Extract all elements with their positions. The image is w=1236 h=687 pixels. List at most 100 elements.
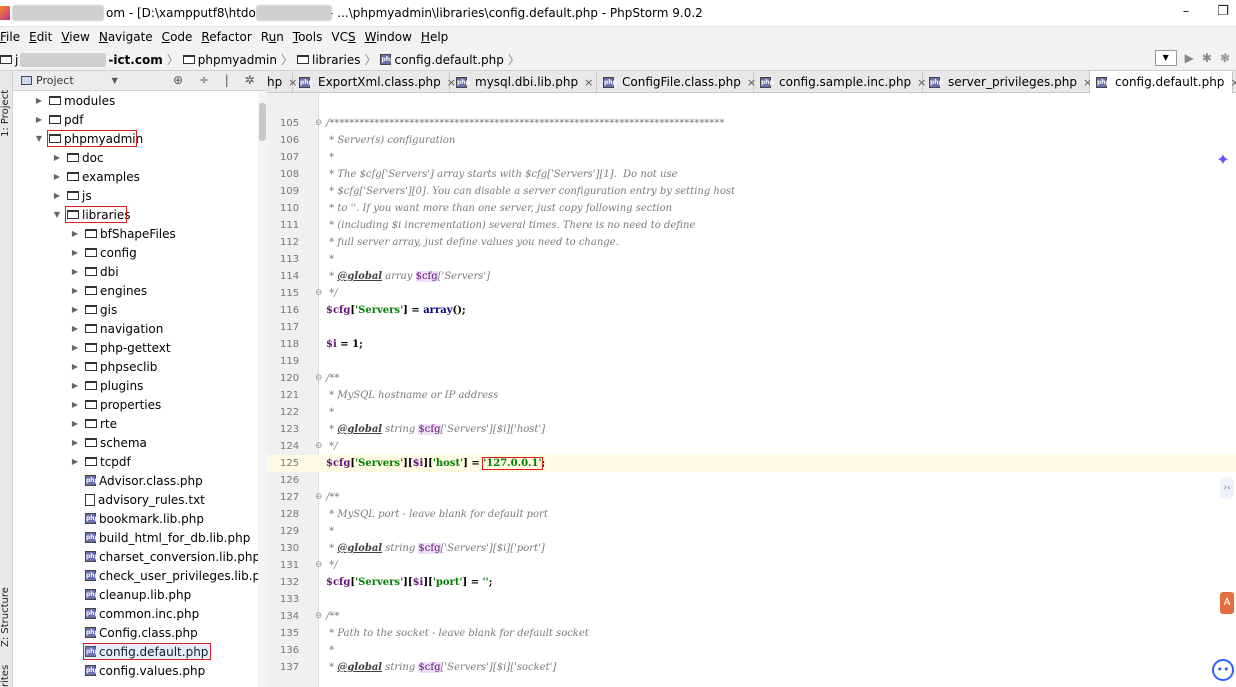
code-line[interactable]: 109 * $cfg['Servers'][0]. You can disabl… [267,183,1236,200]
collapse-arrow-icon[interactable]: ▶ [69,400,81,409]
favorites-tool-tab[interactable]: rites [0,657,13,687]
menu-item[interactable]: Edit [29,30,56,44]
tree-file[interactable]: php cleanup.lib.php [69,585,191,604]
menu-item[interactable]: Tools [293,30,327,44]
code-line[interactable]: 133 [267,591,1236,608]
scrollbar-thumb[interactable] [259,103,266,141]
menu-item[interactable]: Code [162,30,197,44]
breadcrumb-item-libraries[interactable]: libraries [312,53,360,67]
fold-marker-icon[interactable]: ⊖ [315,285,323,302]
code-line[interactable]: 106 * Server(s) configuration [267,132,1236,149]
code-line[interactable]: 122 * [267,404,1236,421]
restore-button[interactable]: ❐ [1212,3,1234,21]
code-line[interactable]: 115 ⊖ */ [267,285,1236,302]
collapse-arrow-icon[interactable]: ▶ [69,229,81,238]
tree-file[interactable]: php common.inc.php [69,604,199,623]
collapse-arrow-icon[interactable]: ▶ [69,381,81,390]
expand-arrow-icon[interactable]: ▼ [33,134,45,143]
tree-file[interactable]: php charset_conversion.lib.php [69,547,258,566]
fold-marker-icon[interactable]: ⊖ [315,370,323,387]
code-line[interactable]: 117 [267,319,1236,336]
tree-file[interactable]: php bookmark.lib.php [69,509,204,528]
editor-tab[interactable]: php mysql.dbi.lib.php × [450,71,597,93]
collapse-arrow-icon[interactable]: ▶ [33,115,45,124]
code-line[interactable]: 134 ⊖/** [267,608,1236,625]
menu-item[interactable]: File [0,30,24,44]
code-line[interactable]: 118 $i = 1; [267,336,1236,353]
project-panel-title[interactable]: Project [36,74,74,87]
code-line[interactable]: 127 ⊖/** [267,489,1236,506]
code-line[interactable]: 111 * (including $i incrementation) seve… [267,217,1236,234]
collapse-arrow-icon[interactable]: ▶ [69,248,81,257]
tree-folder[interactable]: ▶ phpseclib [69,357,157,376]
code-line[interactable]: 113 * [267,251,1236,268]
tree-folder[interactable]: ▶ php-gettext [69,338,171,357]
tree-folder[interactable]: ▶ bfShapeFiles [69,224,176,243]
code-line[interactable]: 110 * to ''. If you want more than one s… [267,200,1236,217]
menu-item[interactable]: VCS [331,30,359,44]
close-icon[interactable]: × [1230,76,1236,89]
code-line[interactable]: 116 $cfg['Servers'] = array(); [267,302,1236,319]
code-line[interactable]: 128 * MySQL port - leave blank for defau… [267,506,1236,523]
breadcrumb-item-phpmyadmin[interactable]: phpmyadmin [198,53,277,67]
tree-file[interactable]: php check_user_privileges.lib.php [69,566,258,585]
code-editor[interactable]: 105 ⊖/***********************************… [267,93,1236,687]
tree-folder[interactable]: ▶ plugins [69,376,143,395]
editor-tab[interactable]: hp × [261,71,297,93]
collapse-arrow-icon[interactable]: ▶ [69,267,81,276]
run-icon[interactable]: ▶ [1185,51,1194,65]
breadcrumb-root[interactable]: -ict.com [108,53,162,67]
collapse-arrow-icon[interactable]: ▶ [69,419,81,428]
tree-file[interactable]: php config.values.php [69,661,205,680]
tree-file[interactable]: php Config.class.php [69,623,198,642]
fold-marker-icon[interactable]: ⊖ [315,489,323,506]
code-line[interactable]: 121 * MySQL hostname or IP address [267,387,1236,404]
fold-marker-icon[interactable]: ⊖ [315,438,323,455]
breadcrumb-root-prefix[interactable]: j [15,53,18,67]
code-line[interactable]: 114 * @global array $cfg['Servers'] [267,268,1236,285]
menu-item[interactable]: Navigate [99,30,157,44]
breadcrumb-item-file[interactable]: config.default.php [394,53,503,67]
project-scrollbar[interactable] [258,91,267,687]
code-line[interactable]: 120 ⊖/** [267,370,1236,387]
code-line[interactable]: 126 [267,472,1236,489]
tree-folder[interactable]: ▶ config [69,243,137,262]
collapse-arrow-icon[interactable]: ▶ [69,305,81,314]
code-line[interactable]: 108 * The $cfg['Servers'] array starts w… [267,166,1236,183]
tree-file[interactable]: php build_html_for_db.lib.php [69,528,250,547]
code-line[interactable]: 137 * @global string $cfg['Servers'][$i]… [267,659,1236,676]
code-line[interactable]: 124 ⊖ */ [267,438,1236,455]
editor-tab[interactable]: php server_privileges.php × [923,71,1092,93]
menu-item[interactable]: Refactor [201,30,255,44]
collapse-arrow-icon[interactable]: ▶ [51,172,63,181]
editor-tab[interactable]: php ConfigFile.class.php × [597,71,756,93]
menu-item[interactable]: Help [421,30,452,44]
editor-tab[interactable]: php config.default.php × [1090,71,1236,93]
structure-tool-tab[interactable]: Z: Structure [0,571,13,647]
minimize-button[interactable]: – [1175,3,1197,21]
collapse-arrow-icon[interactable]: ▶ [69,324,81,333]
ai-sparkle-icon[interactable]: ✦ [1212,149,1234,171]
tree-folder[interactable]: ▶ navigation [69,319,163,338]
collapse-arrow-icon[interactable]: ▶ [51,153,63,162]
code-line[interactable]: 119 [267,353,1236,370]
menu-item[interactable]: Window [365,30,416,44]
assistant-face-icon[interactable]: •• [1212,659,1234,681]
tree-folder[interactable]: ▶ engines [69,281,147,300]
code-line[interactable]: 123 * @global string $cfg['Servers'][$i]… [267,421,1236,438]
tree-folder[interactable]: ▶ gis [69,300,117,319]
fold-marker-icon[interactable]: ⊖ [315,608,323,625]
close-icon[interactable]: × [584,76,593,89]
code-line[interactable]: 130 * @global string $cfg['Servers'][$i]… [267,540,1236,557]
collapse-arrow-icon[interactable]: ▶ [33,96,45,105]
code-line[interactable]: 105 ⊖/***********************************… [267,115,1236,132]
tree-folder[interactable]: ▶ tcpdf [69,452,131,471]
debug-icon[interactable]: ✱ [1202,51,1212,65]
tree-folder[interactable]: ▶ examples [51,167,140,186]
tree-folder[interactable]: ▶ properties [69,395,161,414]
code-line[interactable]: 129 * [267,523,1236,540]
editor-tab[interactable]: php ExportXml.class.php × [293,71,456,93]
run-config-dropdown[interactable]: ▼ [1154,50,1177,66]
collapse-arrow-icon[interactable]: ▶ [69,343,81,352]
chevron-down-icon[interactable]: ▼ [112,76,118,85]
